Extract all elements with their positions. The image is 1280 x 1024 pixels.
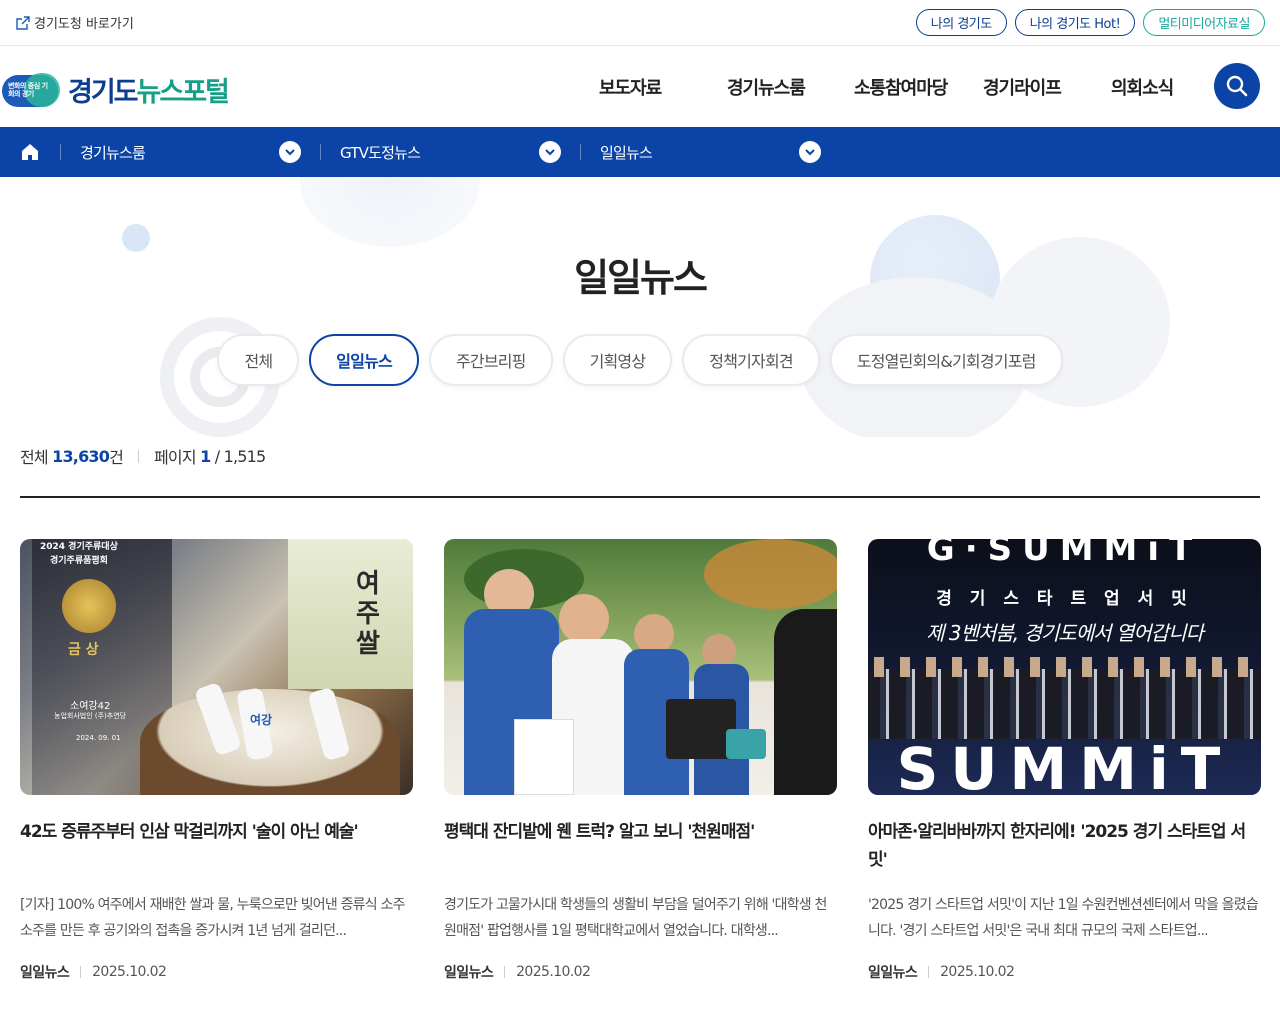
logo-name: 경기도뉴스포털: [68, 70, 230, 109]
nav-level2[interactable]: GTV도정뉴스: [340, 127, 421, 177]
card-thumbnail[interactable]: 2024 경기주류대상 경기주류품평회 금 상 소여강42 농업회사법인 (주)…: [20, 539, 413, 795]
card-thumbnail[interactable]: [444, 539, 837, 795]
logo-name-b: 뉴스포털: [136, 77, 230, 108]
divider: [20, 496, 1260, 498]
thumb-text: 경기주류품평회: [50, 556, 108, 566]
tab-feature-video[interactable]: 기획영상: [562, 334, 673, 386]
card-description: 경기도가 고물가시대 학생들의 생활비 부담을 덜어주기 위해 '대학생 천원매…: [444, 897, 827, 939]
page-title: 일일뉴스: [574, 256, 708, 300]
total-unit: 건: [109, 448, 124, 467]
gnb-participation[interactable]: 소통참여마당: [854, 74, 964, 100]
thumb-text: 경 기 스 타 트 업 서 밋: [936, 589, 1193, 609]
page-label: 페이지: [154, 448, 197, 467]
utility-bar: 경기도청 바로가기 나의 경기도 나의 경기도 Hot! 멀티미디어자료실: [0, 0, 1280, 46]
search-icon: [1226, 75, 1248, 97]
tab-all[interactable]: 전체: [217, 334, 300, 386]
tab-weekly-briefing[interactable]: 주간브리핑: [428, 334, 553, 386]
total-label: 전체: [20, 448, 49, 467]
chevron-down-icon[interactable]: [539, 141, 561, 163]
thumb-text: 소여강42: [70, 701, 111, 712]
logo-name-a: 경기도: [68, 77, 139, 108]
gnb-press-release[interactable]: 보도자료: [599, 74, 689, 100]
category-tabs: 전체 일일뉴스 주간브리핑 기획영상 정책기자회견 도정열린회의&기회경기포럼: [0, 334, 1280, 386]
nav-level1[interactable]: 경기뉴스룸: [80, 127, 146, 177]
card-date: 2025.10.02: [92, 964, 167, 980]
thumb-text: 여주쌀: [356, 569, 380, 659]
card-meta: 일일뉴스 2025.10.02: [868, 962, 1261, 982]
thumb-text: 금 상: [68, 642, 99, 658]
search-button[interactable]: [1214, 63, 1260, 109]
card-meta: 일일뉴스 2025.10.02: [444, 962, 837, 982]
chevron-down-icon[interactable]: [799, 141, 821, 163]
card-meta: 일일뉴스 2025.10.02: [20, 962, 413, 982]
my-gyeonggi-button[interactable]: 나의 경기도: [915, 9, 1007, 36]
card-date: 2025.10.02: [940, 964, 1015, 980]
news-card[interactable]: G·SUMMiT 경 기 스 타 트 업 서 밋 제 3벤처붐, 경기도에서 열…: [868, 539, 1261, 982]
thumb-text: 여강: [250, 713, 273, 727]
card-title[interactable]: 아마존·알리바바까지 한자리에! '2025 경기 스타트업 서밋': [868, 818, 1261, 874]
news-card[interactable]: 평택대 잔디밭에 웬 트럭? 알고 보니 '천원매점' 경기도가 고물가시대 학…: [444, 539, 837, 982]
total-count: 13,630: [52, 446, 110, 466]
card-category: 일일뉴스: [444, 965, 494, 981]
thumb-text: 농업회사법인 (주)추연당: [54, 712, 127, 720]
thumb-text: 제 3벤처붐, 경기도에서 열어갑니다: [926, 621, 1204, 645]
tab-daily-news[interactable]: 일일뉴스: [309, 334, 419, 386]
gov-link[interactable]: 경기도청 바로가기: [16, 13, 134, 32]
multimedia-archive-button[interactable]: 멀티미디어자료실: [1143, 9, 1265, 36]
gnb-newsroom[interactable]: 경기뉴스룸: [727, 74, 827, 100]
site-header: 변화의 중심 기회의 경기 경기도뉴스포털 보도자료 경기뉴스룸 소통참여마당 …: [0, 46, 1280, 127]
home-icon[interactable]: [20, 142, 40, 162]
chevron-down-icon[interactable]: [279, 141, 301, 163]
thumb-text: 2024. 09. 01: [76, 734, 121, 742]
result-summary: 전체 13,630 건 페이지 1 / 1,515: [20, 444, 266, 468]
site-logo[interactable]: 변화의 중심 기회의 경기 경기도뉴스포털: [2, 70, 230, 109]
card-description: [기자] 100% 여주에서 재배한 쌀과 물, 누룩으로만 빚어낸 증류식 소…: [20, 897, 405, 939]
card-title[interactable]: 평택대 잔디밭에 웬 트럭? 알고 보니 '천원매점': [444, 818, 837, 874]
nav-level3[interactable]: 일일뉴스: [600, 127, 653, 177]
logo-mark: 변화의 중심 기회의 경기: [2, 72, 60, 107]
tab-press-conference[interactable]: 정책기자회견: [682, 334, 820, 386]
card-title[interactable]: 42도 증류주부터 인삼 막걸리까지 '술이 아닌 예술': [20, 818, 413, 874]
location-nav: 경기뉴스룸 GTV도정뉴스 일일뉴스: [0, 127, 1280, 177]
card-description: '2025 경기 스타트업 서밋'이 지난 1일 수원컨벤션센터에서 막을 올렸…: [868, 897, 1259, 939]
card-category: 일일뉴스: [20, 965, 70, 981]
gnb-life[interactable]: 경기라이프: [983, 74, 1083, 100]
tab-open-meeting-forum[interactable]: 도정열린회의&기회경기포럼: [829, 334, 1063, 386]
card-date: 2025.10.02: [516, 964, 591, 980]
gov-link-label: 경기도청 바로가기: [34, 17, 134, 32]
thumb-text: 2024 경기주류대상: [40, 542, 118, 552]
gnb-council[interactable]: 의회소식: [1111, 74, 1201, 100]
page-total: / 1,515: [214, 446, 266, 466]
my-gyeonggi-hot-button[interactable]: 나의 경기도 Hot!: [1014, 9, 1136, 36]
external-link-icon: [16, 15, 30, 30]
news-card-list: 2024 경기주류대상 경기주류품평회 금 상 소여강42 농업회사법인 (주)…: [20, 539, 1261, 982]
page-current: 1: [200, 446, 211, 466]
card-category: 일일뉴스: [868, 965, 918, 981]
logo-mark-text: 변화의 중심 기회의 경기: [8, 81, 48, 98]
page-hero: 일일뉴스 전체 일일뉴스 주간브리핑 기획영상 정책기자회견 도정열린회의&기회…: [0, 177, 1280, 437]
util-pill-group: 나의 경기도 나의 경기도 Hot! 멀티미디어자료실: [915, 9, 1265, 36]
news-card[interactable]: 2024 경기주류대상 경기주류품평회 금 상 소여강42 농업회사법인 (주)…: [20, 539, 413, 982]
thumb-text: G·SUMMiT: [926, 539, 1203, 569]
thumb-text: SUMMiT: [896, 735, 1233, 795]
card-thumbnail[interactable]: G·SUMMiT 경 기 스 타 트 업 서 밋 제 3벤처붐, 경기도에서 열…: [868, 539, 1261, 795]
